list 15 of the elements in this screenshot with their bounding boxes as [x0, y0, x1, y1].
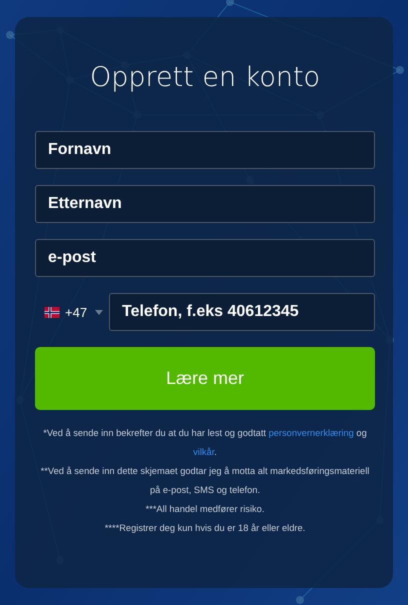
phone-field[interactable]: Telefon, f.eks 40612345: [109, 293, 375, 331]
input-field[interactable]: Fornavn: [35, 131, 375, 169]
privacy-link[interactable]: personvernerklæring: [268, 428, 354, 438]
caret-icon: [95, 310, 104, 314]
submit-button[interactable]: Lære mer: [35, 347, 375, 410]
flag-icon: [44, 306, 60, 318]
terms-link[interactable]: vilkår: [193, 447, 214, 457]
disclaimer-text: ***All handel medfører risiko.: [146, 503, 264, 516]
country-code-dropdown[interactable]: +47: [35, 304, 109, 320]
input-field[interactable]: e-post: [35, 239, 375, 277]
form-title: Opprett en konto: [88, 61, 322, 95]
disclaimer-text: ****Registrer deg kun hvis du er 18 år eller eldre.: [104, 522, 306, 535]
consent-text: *Ved å sende inn bekrefter du at du har lest og godtatt personvernerklæring og vilkår.: [42, 427, 368, 459]
input-field[interactable]: Etternavn: [35, 185, 375, 223]
disclaimer-text: **Ved å sende inn dette skjemaet godtar jeg å motta alt markedsføringsmateriell på e-post, SMS og telefon.: [40, 465, 370, 497]
